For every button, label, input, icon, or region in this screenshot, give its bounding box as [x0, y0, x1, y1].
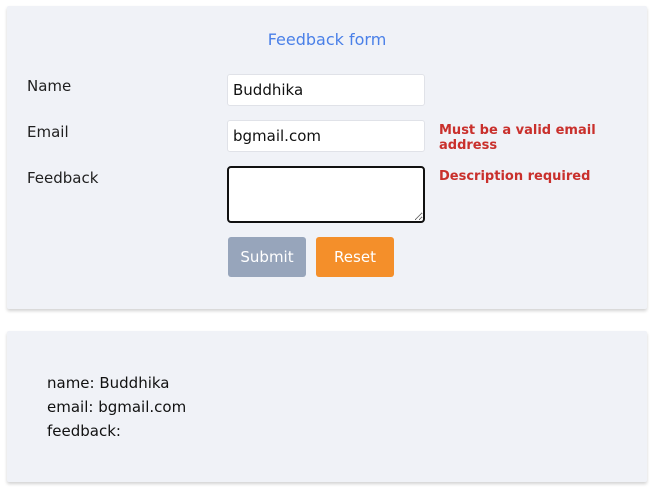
reset-button[interactable]: Reset — [316, 237, 394, 277]
feedback-label: Feedback — [27, 169, 99, 187]
email-label: Email — [27, 123, 69, 141]
name-input[interactable] — [227, 74, 425, 106]
form-output-card: name: Buddhika email: bgmail.com feedbac… — [7, 331, 647, 482]
name-label: Name — [27, 77, 72, 95]
form-title: Feedback form — [267, 30, 387, 49]
submit-button[interactable]: Submit — [228, 237, 306, 277]
output-email-line: email: bgmail.com — [47, 398, 187, 416]
feedback-error-message: Description required — [439, 169, 591, 184]
output-feedback-line: feedback: — [47, 422, 121, 440]
feedback-textarea[interactable] — [227, 166, 425, 223]
output-name-line: name: Buddhika — [47, 374, 170, 392]
email-error-message: Must be a valid email address — [439, 123, 596, 153]
email-input[interactable] — [227, 120, 425, 152]
feedback-form-card: Feedback form Name Email Must be a valid… — [7, 6, 647, 309]
